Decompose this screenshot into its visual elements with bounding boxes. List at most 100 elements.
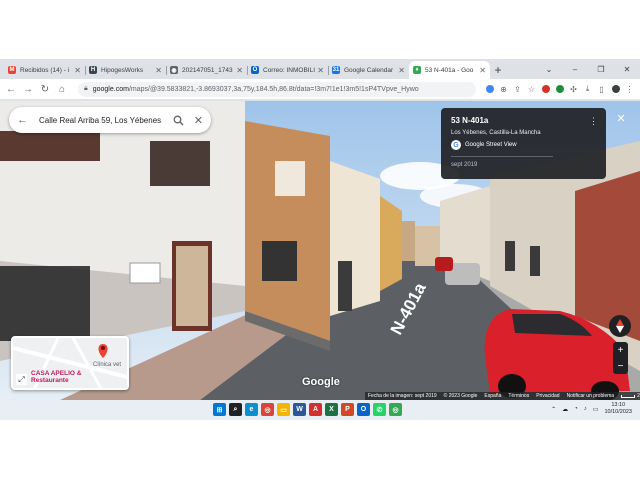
kebab-menu-icon[interactable]: ⋮ <box>623 83 636 96</box>
close-tab-icon[interactable]: ✕ <box>479 66 486 75</box>
screenshot-area: M Recibidos (14) - i ✕ H HipogesWorks ✕ ◉ 20214… <box>0 59 640 420</box>
gmail-icon: M <box>8 66 16 74</box>
share-icon[interactable]: ⇪ <box>511 83 524 96</box>
browser-tab-strip: M Recibidos (14) - i ✕ H HipogesWorks ✕ ◉ 20214… <box>0 59 640 79</box>
location-title: 53 N-401a <box>451 116 489 125</box>
extension-green-icon[interactable] <box>553 83 566 96</box>
outlook-icon[interactable]: O <box>357 403 370 416</box>
tab-search-icon[interactable]: ⌄ <box>536 59 562 79</box>
browser-tab[interactable]: ♦ 53 N-401a - Goo ✕ <box>409 61 490 79</box>
compass-icon[interactable] <box>609 315 631 337</box>
zoom-in-button[interactable]: + <box>618 345 624 356</box>
download-icon[interactable]: ⤓ <box>581 83 594 96</box>
acrobat-icon[interactable]: A <box>309 403 322 416</box>
windows-taskbar: ⊞ ⌕ e ◎ ▭ W A X P O ✆ ◎ ⌃ ☁ ◔ ♪ ▭ 13:10 10/10/2023 <box>0 400 640 420</box>
search-icon[interactable]: ⌕ <box>229 403 242 416</box>
maps-icon: ♦ <box>413 66 421 74</box>
street-view-link[interactable]: G Google Street View <box>451 140 596 150</box>
close-street-view-icon[interactable]: ✕ <box>613 110 629 126</box>
sidepanel-icon[interactable]: ▯ <box>595 83 608 96</box>
tab-title: 53 N-401a - Goo <box>425 66 474 74</box>
terms-link[interactable]: Términos <box>508 393 529 399</box>
translate-icon[interactable]: ⊕ <box>497 83 510 96</box>
close-tab-icon[interactable]: ✕ <box>236 66 243 75</box>
whatsapp-icon[interactable]: ✆ <box>373 403 386 416</box>
search-box[interactable]: ← Calle Real Arriba 59, Los Yébenes ✕ <box>9 107 211 133</box>
zoom-out-button[interactable]: − <box>618 361 624 372</box>
close-tab-icon[interactable]: ✕ <box>155 66 162 75</box>
lock-icon[interactable]: 🔒︎ <box>84 85 88 93</box>
divider <box>451 156 553 157</box>
copyright: © 2023 Google <box>443 393 478 399</box>
browser-tab[interactable]: H HipogesWorks ✕ <box>85 61 166 79</box>
close-search-icon[interactable]: ✕ <box>194 114 203 127</box>
home-button[interactable]: ⌂ <box>55 82 69 96</box>
bookmark-star-icon[interactable]: ☆ <box>525 83 538 96</box>
clock-date: 10/10/2023 <box>604 409 632 415</box>
expand-map-icon[interactable]: ⤢ <box>16 374 27 385</box>
browser-toolbar: ← → ↻ ⌂ 🔒︎ google.com/maps/@39.5833821,-… <box>0 79 640 100</box>
browser-tab[interactable]: O Correo: INMOBILI ✕ <box>247 61 328 79</box>
tab-title: HipogesWorks <box>101 66 144 74</box>
explorer-icon[interactable]: ▭ <box>277 403 290 416</box>
tab-title: Recibidos (14) - i <box>20 66 70 74</box>
outlook-icon: O <box>251 66 259 74</box>
street-view-viewport[interactable]: N-401a ← Calle Real Arriba 59, Los Yében… <box>0 101 640 400</box>
cloud-icon[interactable]: ☁ <box>562 406 568 413</box>
map-footer: Fecha de la imagen: sept 2019 © 2023 Goo… <box>365 392 640 400</box>
reload-button[interactable]: ↻ <box>38 82 52 96</box>
browser-tab[interactable]: 31 Google Calendar ✕ <box>328 61 409 79</box>
volume-icon[interactable]: ♪ <box>584 406 587 412</box>
region-link[interactable]: España <box>484 393 501 399</box>
clock-time: 13:10 <box>611 402 626 408</box>
nearby-place[interactable]: Clínica vet <box>93 362 121 368</box>
windows-start-icon[interactable]: ⊞ <box>213 403 226 416</box>
google-logo: Google <box>302 376 340 388</box>
zoom-control: + − <box>613 342 628 374</box>
search-query[interactable]: Calle Real Arriba 59, Los Yébenes <box>39 116 167 125</box>
more-options-icon[interactable]: ⋮ <box>589 116 598 127</box>
tray-chevron-icon[interactable]: ⌃ <box>551 406 556 413</box>
google-g-icon: G <box>451 140 461 150</box>
tab-title: Google Calendar <box>344 66 394 74</box>
profile-avatar[interactable] <box>609 83 622 96</box>
privacy-link[interactable]: Privacidad <box>536 393 559 399</box>
edge-icon[interactable]: e <box>245 403 258 416</box>
chrome-alt-icon[interactable]: ◎ <box>389 403 402 416</box>
excel-icon[interactable]: X <box>325 403 338 416</box>
close-tab-icon[interactable]: ✕ <box>317 66 324 75</box>
adblock-icon[interactable] <box>539 83 552 96</box>
browser-tab[interactable]: ◉ 202147051_1743 ✕ <box>166 61 247 79</box>
new-tab-button[interactable]: + <box>490 61 506 79</box>
tab-title: Correo: INMOBILI <box>263 66 316 74</box>
clock[interactable]: 13:10 10/10/2023 <box>604 402 632 416</box>
battery-icon[interactable]: ▭ <box>593 406 599 413</box>
chrome-icon[interactable]: ◎ <box>261 403 274 416</box>
scale-bar[interactable]: 2 m <box>621 393 640 399</box>
mini-map[interactable]: CASA APELIO & Restaurante Clínica vet ⤢ <box>11 336 129 390</box>
word-icon[interactable]: W <box>293 403 306 416</box>
globe-icon: ◉ <box>170 66 178 74</box>
wifi-icon[interactable]: ◔ <box>574 406 578 412</box>
hipoges-icon: H <box>89 66 97 74</box>
extension-icon[interactable]: ✣ <box>567 83 580 96</box>
close-tab-icon[interactable]: ✕ <box>398 66 405 75</box>
taskbar-app-icons: ⊞ ⌕ e ◎ ▭ W A X P O ✆ ◎ <box>213 403 402 416</box>
powerpoint-icon[interactable]: P <box>341 403 354 416</box>
location-subtitle: Los Yébenes, Castilla-La Mancha <box>451 130 541 136</box>
back-arrow-icon[interactable]: ← <box>17 114 28 126</box>
browser-tab[interactable]: M Recibidos (14) - i ✕ <box>4 61 85 79</box>
forward-button[interactable]: → <box>21 82 35 96</box>
minimize-button[interactable]: – <box>562 59 588 79</box>
close-window-button[interactable]: ✕ <box>614 59 640 79</box>
maximize-button[interactable]: ❐ <box>588 59 614 79</box>
close-tab-icon[interactable]: ✕ <box>74 66 81 75</box>
location-info-card: 53 N-401a Los Yébenes, Castilla-La Manch… <box>441 108 606 179</box>
place-name[interactable]: CASA APELIO & Restaurante <box>31 370 91 384</box>
google-lens-icon[interactable] <box>483 83 496 96</box>
report-problem-link[interactable]: Notificar un problema <box>567 393 615 399</box>
back-button[interactable]: ← <box>4 82 18 96</box>
capture-date: sept 2019 <box>451 162 478 168</box>
address-bar[interactable]: 🔒︎ google.com/maps/@39.5833821,-3.869303… <box>78 81 476 97</box>
search-icon[interactable] <box>172 113 186 127</box>
